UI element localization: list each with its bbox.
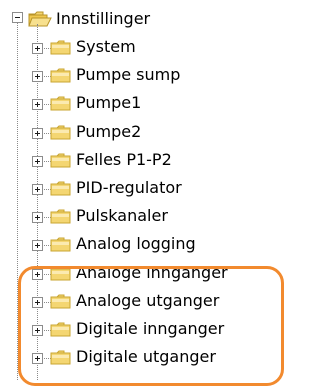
- folder-icon: [50, 40, 71, 55]
- tree-root-label[interactable]: Innstillinger: [56, 9, 150, 29]
- tree-item-label[interactable]: Pulskanaler: [76, 206, 168, 226]
- folder-icon: [50, 209, 71, 224]
- open-folder-icon: [28, 11, 52, 27]
- folder-icon: [50, 153, 71, 168]
- collapse-toggle-icon[interactable]: [12, 12, 23, 23]
- folder-icon: [50, 181, 71, 196]
- expand-toggle-icon[interactable]: [32, 212, 43, 224]
- expand-toggle-icon[interactable]: [32, 155, 43, 167]
- expand-toggle-icon[interactable]: [32, 71, 43, 83]
- tree-item-label[interactable]: Felles P1-P2: [76, 150, 172, 170]
- tree-item-label[interactable]: Pumpe sump: [76, 65, 180, 85]
- folder-icon: [50, 125, 71, 140]
- tree-item-label[interactable]: Pumpe1: [76, 93, 141, 113]
- tree-item-label[interactable]: System: [76, 37, 136, 57]
- expand-toggle-icon[interactable]: [32, 99, 43, 111]
- settings-tree: Innstillinger System Pumpe sump Pumpe1 Pump…: [0, 0, 290, 390]
- folder-icon: [50, 68, 71, 83]
- tree-item-label[interactable]: PID-regulator: [76, 178, 182, 198]
- expand-toggle-icon[interactable]: [32, 184, 43, 195]
- tree-item-label[interactable]: Analog logging: [76, 234, 196, 254]
- expand-toggle-icon[interactable]: [32, 43, 43, 54]
- tree-item-label[interactable]: Pumpe2: [76, 122, 141, 142]
- expand-toggle-icon[interactable]: [32, 240, 43, 252]
- highlight-annotation: [18, 266, 284, 386]
- folder-icon: [50, 96, 71, 111]
- folder-icon: [50, 237, 71, 252]
- expand-toggle-icon[interactable]: [32, 127, 43, 139]
